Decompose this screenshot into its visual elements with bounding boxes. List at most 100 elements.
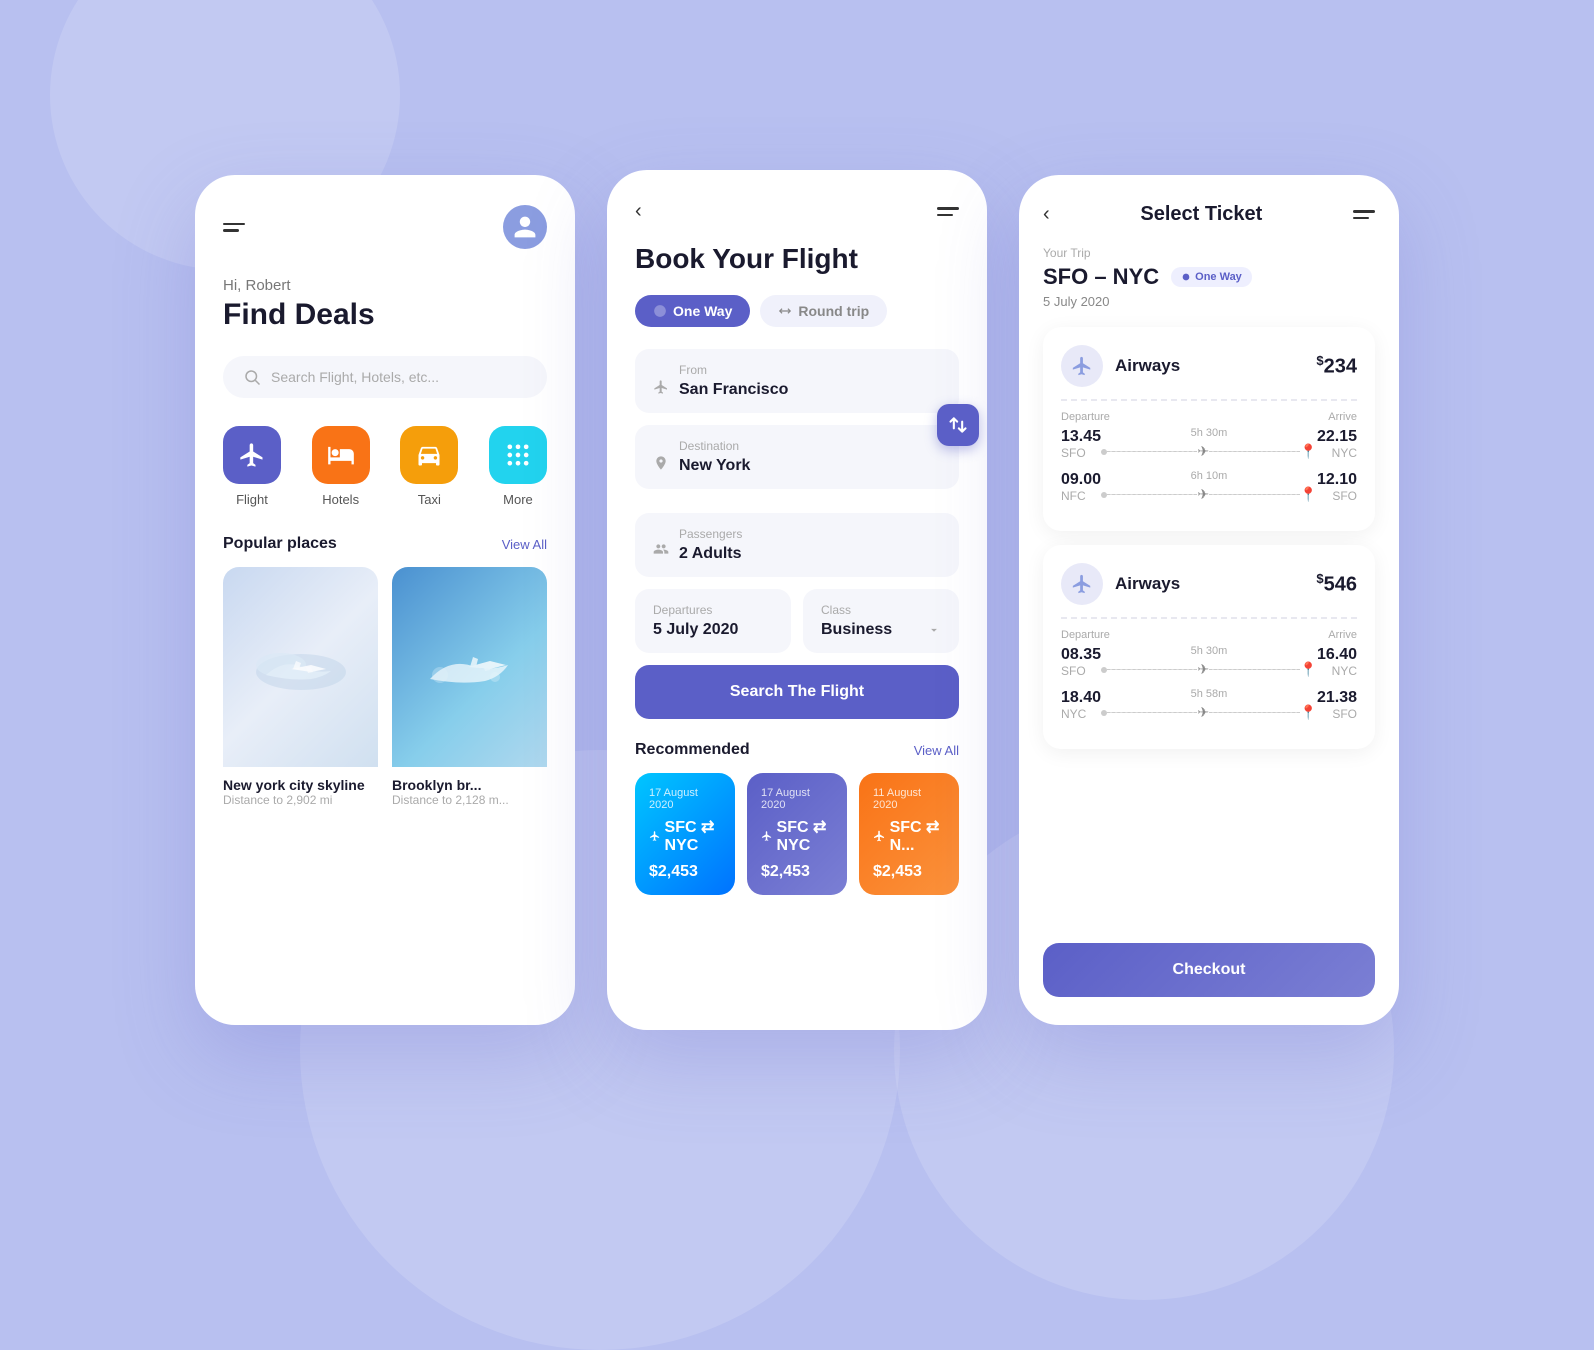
search-flight-button[interactable]: Search The Flight: [635, 665, 959, 719]
category-hotels[interactable]: Hotels: [312, 426, 370, 507]
chevron-down-icon: [927, 623, 941, 637]
book-title: Book Your Flight: [635, 243, 959, 275]
dep-airport-2a: SFO: [1061, 664, 1101, 678]
destination-value: New York: [679, 457, 750, 475]
trip-route-row: SFO – NYC One Way: [1043, 264, 1375, 290]
divider-2: [1061, 617, 1357, 619]
place-card-1[interactable]: New york city skyline Distance to 2,902 …: [223, 567, 378, 995]
dep-time-2b: 18.40: [1061, 689, 1101, 707]
plane-icon-2: [1071, 573, 1093, 595]
rec-card-3[interactable]: 11 August 2020 SFC ⇄ N... $2,453: [859, 773, 959, 895]
rec-plane-3: [873, 827, 886, 845]
arr-airport-2a: NYC: [1317, 664, 1357, 678]
avatar[interactable]: [503, 205, 547, 249]
arr-time-1b: 12.10: [1317, 471, 1357, 489]
dollar-sign-1: $: [1316, 353, 1323, 368]
class-field[interactable]: Class Business: [803, 589, 959, 653]
rec-route-text-3: SFC ⇄ N...: [890, 817, 945, 855]
dep-arr-labels-1: Departure Arrive: [1061, 411, 1357, 423]
swap-icon: [948, 415, 968, 435]
rec-view-all[interactable]: View All: [914, 743, 959, 758]
flight-segment-2a: 08.35 SFO 5h 30m ✈ 📍: [1061, 645, 1357, 678]
passengers-label: Passengers: [679, 527, 742, 541]
checkout-button[interactable]: Checkout: [1043, 943, 1375, 997]
departures-field[interactable]: Departures 5 July 2020: [635, 589, 791, 653]
category-flight[interactable]: Flight: [223, 426, 281, 507]
rec-date-2: 17 August 2020: [761, 787, 833, 811]
class-value: Business: [821, 621, 892, 639]
menu-icon[interactable]: [223, 223, 245, 232]
airline-info-1: Airways: [1061, 345, 1180, 387]
places-row: New york city skyline Distance to 2,902 …: [223, 567, 547, 995]
taxi-label: Taxi: [418, 492, 441, 507]
plane-icon-1: [1071, 355, 1093, 377]
round-trip-icon: [778, 304, 792, 318]
arr-col-2a: 16.40 NYC: [1317, 646, 1357, 678]
search-bar[interactable]: Search Flight, Hotels, etc...: [223, 356, 547, 398]
arr-col-2b: 21.38 SFO: [1317, 689, 1357, 721]
seg-duration-2a: 5h 30m ✈ 📍: [1101, 645, 1317, 678]
taxi-icon-box: [400, 426, 458, 484]
rec-route-2: SFC ⇄ NYC: [761, 817, 833, 855]
flight-segment-1a: 13.45 SFO 5h 30m ✈ 📍: [1061, 427, 1357, 460]
from-field[interactable]: From San Francisco: [635, 349, 959, 413]
flight-segment-1b: 09.00 NFC 6h 10m ✈ 📍: [1061, 470, 1357, 503]
dep-airport-1a: SFO: [1061, 446, 1101, 460]
rec-card-2[interactable]: 17 August 2020 SFC ⇄ NYC $2,453: [747, 773, 847, 895]
trip-date: 5 July 2020: [1043, 294, 1375, 309]
destination-label: Destination: [679, 439, 750, 453]
back-button[interactable]: ‹: [635, 200, 642, 223]
category-grid: Flight Hotels: [223, 426, 547, 507]
category-more[interactable]: More: [489, 426, 547, 507]
flight-card-2[interactable]: Airways $546 Departure Arrive 08.35: [1043, 545, 1375, 749]
back-button-3[interactable]: ‹: [1043, 203, 1050, 226]
dollar-sign-2: $: [1316, 571, 1323, 586]
phone-select-ticket: ‹ Select Ticket Your Trip SFO – NYC One …: [1019, 175, 1399, 1025]
flight-line-1a: ✈ 📍: [1101, 443, 1317, 460]
page-title: Find Deals: [223, 298, 547, 332]
phone-booking: ‹ Book Your Flight One Way: [607, 170, 987, 1030]
dur-text-1a: 5h 30m: [1191, 427, 1228, 439]
flight-card-1[interactable]: Airways $234 Departure Arrive 13.45: [1043, 327, 1375, 531]
airline-name-1: Airways: [1115, 356, 1180, 376]
arrive-label-2: Arrive: [1328, 629, 1357, 641]
rec-card-1[interactable]: 17 August 2020 SFC ⇄ NYC $2,453: [635, 773, 735, 895]
swap-button[interactable]: [937, 404, 979, 446]
category-taxi[interactable]: Taxi: [400, 426, 458, 507]
departures-label: Departures: [653, 603, 773, 617]
place-card-2-info: Brooklyn br... Distance to 2,128 m...: [392, 767, 547, 811]
from-label: From: [679, 363, 788, 377]
dep-time-2a: 08.35: [1061, 646, 1101, 664]
search-icon: [243, 368, 261, 386]
greeting-text: Hi, Robert: [223, 277, 547, 294]
plane-image-svg-2: [420, 637, 520, 697]
from-icon: [653, 379, 669, 395]
destination-icon: [653, 455, 669, 471]
arr-col-1b: 12.10 SFO: [1317, 471, 1357, 503]
rec-price-1: $2,453: [649, 863, 721, 881]
departures-value: 5 July 2020: [653, 621, 773, 639]
divider-1: [1061, 399, 1357, 401]
passengers-field[interactable]: Passengers 2 Adults: [635, 513, 959, 577]
round-trip-tab[interactable]: Round trip: [760, 295, 887, 327]
arr-airport-1b: SFO: [1317, 489, 1357, 503]
destination-field[interactable]: Destination New York: [635, 425, 959, 489]
one-way-icon: [653, 304, 667, 318]
class-label: Class: [821, 603, 941, 617]
airline-icon-2: [1061, 563, 1103, 605]
flight-line-2a: ✈ 📍: [1101, 661, 1317, 678]
place-distance-2: Distance to 2,128 m...: [392, 793, 547, 807]
flight-card-2-top: Airways $546: [1061, 563, 1357, 605]
place-card-1-info: New york city skyline Distance to 2,902 …: [223, 767, 378, 811]
menu-icon-3[interactable]: [1353, 210, 1375, 219]
place-card-2[interactable]: Brooklyn br... Distance to 2,128 m...: [392, 567, 547, 995]
plane-image-svg-1: [251, 637, 351, 697]
one-way-tab[interactable]: One Way: [635, 295, 750, 327]
your-trip-section: Your Trip SFO – NYC One Way 5 July 2020: [1043, 246, 1375, 309]
your-trip-label: Your Trip: [1043, 246, 1375, 260]
rec-plane-1: [649, 827, 661, 845]
phones-container: Hi, Robert Find Deals Search Flight, Hot…: [195, 170, 1399, 1030]
view-all-link[interactable]: View All: [502, 537, 547, 552]
menu-icon-2[interactable]: [937, 207, 959, 216]
rec-route-3: SFC ⇄ N...: [873, 817, 945, 855]
